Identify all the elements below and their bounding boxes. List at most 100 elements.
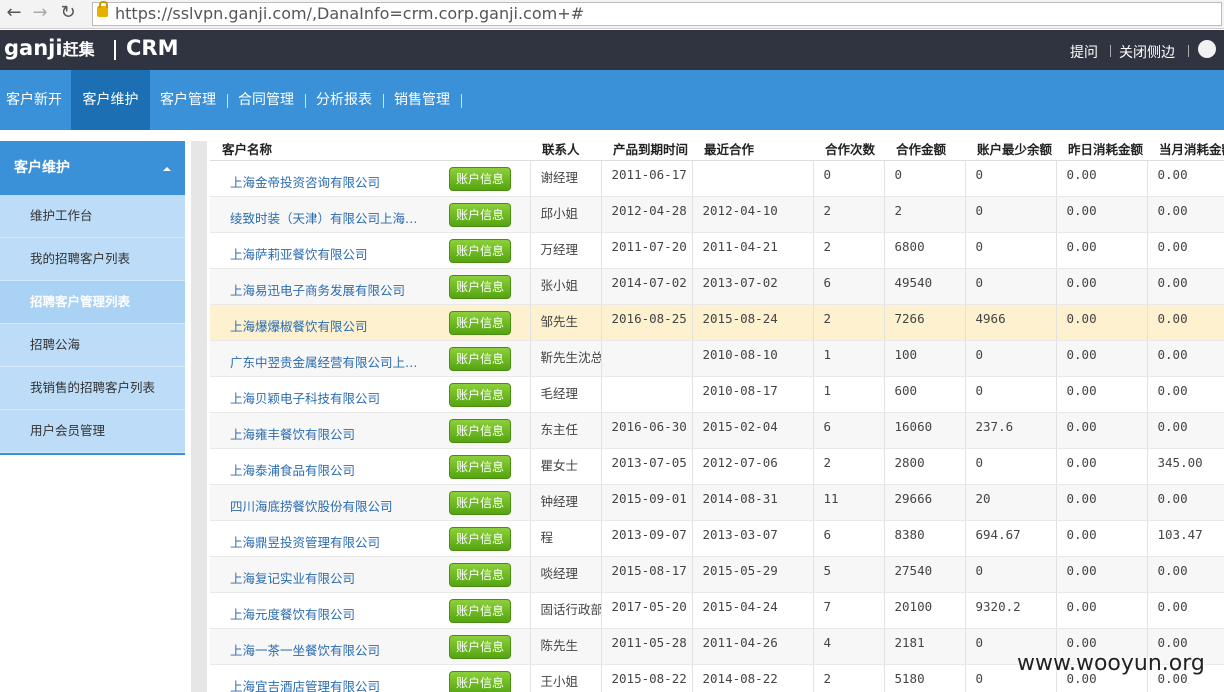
- account-info-button[interactable]: 账户信息: [449, 671, 511, 692]
- account-info-button[interactable]: 账户信息: [449, 383, 511, 407]
- customer-name-link[interactable]: 上海爆爆椒餐饮有限公司: [230, 305, 425, 335]
- customer-name-link[interactable]: 绫致时装（天津）有限公司上海分公司: [230, 197, 425, 227]
- account-info-button[interactable]: 账户信息: [449, 347, 511, 371]
- close-sidebar-link[interactable]: 关闭侧边: [1119, 42, 1175, 62]
- cell-value: 6: [823, 527, 832, 542]
- table-row: 四川海底捞餐饮股份有限公司 账户信息 钟经理 2015-09-01 2014-08-31…: [210, 484, 1224, 521]
- customer-name-link[interactable]: 广东中翌贵金属经营有限公司上海分公司: [230, 341, 425, 371]
- table-header-row: 客户名称 联系人 产品到期时间 最近合作 合作次数 合作金额 账户最少余额 昨日…: [210, 136, 1224, 161]
- customer-name-link[interactable]: 上海鼎昱投资管理有限公司: [230, 521, 425, 551]
- table-cell: 2011-06-17: [601, 160, 693, 197]
- column-header[interactable]: 合作金额: [884, 136, 965, 161]
- sidebar-scrollbar[interactable]: [191, 141, 207, 692]
- table-cell: 2012-04-28: [601, 196, 693, 233]
- table-cell: 0.00: [1147, 592, 1224, 629]
- table-cell: 0.00: [1056, 232, 1148, 269]
- tab-contract-management[interactable]: 合同管理: [232, 70, 300, 130]
- cell-value: 2014-08-22: [702, 671, 778, 686]
- sidebar-item-my-customers[interactable]: 我的招聘客户列表: [0, 238, 185, 281]
- cell-value: 2: [823, 671, 832, 686]
- cell-value: 0: [975, 239, 984, 254]
- table-cell: 2014-08-22: [692, 664, 814, 692]
- table-cell: 6: [813, 412, 885, 449]
- customer-name-link[interactable]: 上海宜吉酒店管理有限公司: [230, 665, 425, 692]
- table-cell: 东主任: [530, 412, 602, 449]
- account-info-button[interactable]: 账户信息: [449, 167, 511, 191]
- column-header[interactable]: 产品到期时间: [601, 136, 692, 161]
- account-info-button[interactable]: 账户信息: [449, 239, 511, 263]
- customer-name-link[interactable]: 上海萨莉亚餐饮有限公司: [230, 233, 425, 263]
- cell-value: 王小姐: [540, 674, 579, 689]
- tab-analysis-reports[interactable]: 分析报表: [310, 70, 378, 130]
- cell-value: 0.00: [1066, 311, 1097, 326]
- sidebar-item-customer-management[interactable]: 招聘客户管理列表: [0, 281, 185, 324]
- forward-icon[interactable]: →: [30, 3, 50, 23]
- table-cell: 2016-08-25: [601, 304, 693, 341]
- account-info-button[interactable]: 账户信息: [449, 527, 511, 551]
- table-cell: 王小姐: [530, 664, 602, 692]
- back-icon[interactable]: ←: [4, 3, 24, 23]
- tab-new-customer[interactable]: 客户新开: [0, 70, 68, 130]
- help-link[interactable]: 提问: [1070, 42, 1098, 62]
- cell-value: 0.00: [1066, 383, 1097, 398]
- column-header[interactable]: 合作次数: [813, 136, 884, 161]
- cell-value: 2: [823, 203, 832, 218]
- cell-value: 0: [975, 275, 984, 290]
- account-info-button[interactable]: 账户信息: [449, 599, 511, 623]
- account-info-button[interactable]: 账户信息: [449, 419, 511, 443]
- sidebar-item-my-sold-customers[interactable]: 我销售的招聘客户列表: [0, 367, 185, 410]
- table-cell: 20: [965, 484, 1057, 521]
- column-header[interactable]: 账户最少余额: [965, 136, 1056, 161]
- cell-value: 20: [975, 491, 991, 506]
- customer-name-link[interactable]: 上海金帝投资咨询有限公司: [230, 161, 425, 191]
- account-info-button[interactable]: 账户信息: [449, 275, 511, 299]
- account-info-button[interactable]: 账户信息: [449, 455, 511, 479]
- customer-name-link[interactable]: 上海复记实业有限公司: [230, 557, 425, 587]
- table-cell: 1: [813, 340, 885, 377]
- address-bar[interactable]: https://sslvpn.ganji.com/,DanaInfo=crm.c…: [92, 1, 1222, 26]
- customer-name-link[interactable]: 上海雍丰餐饮有限公司: [230, 413, 425, 443]
- customer-name-link[interactable]: 上海泰浦食品有限公司: [230, 449, 425, 479]
- customer-name-link[interactable]: 上海一茶一坐餐饮有限公司: [230, 629, 425, 659]
- cell-value: 29666: [894, 491, 933, 506]
- customer-table-container: 客户名称 联系人 产品到期时间 最近合作 合作次数 合作金额 账户最少余额 昨日…: [210, 136, 1224, 692]
- cell-value: 0.00: [1066, 203, 1097, 218]
- column-header[interactable]: 联系人: [530, 136, 601, 161]
- customer-name-link[interactable]: 上海元度餐饮有限公司: [230, 593, 425, 623]
- tab-sales-management[interactable]: 销售管理: [388, 70, 456, 130]
- column-header[interactable]: 客户名称: [210, 136, 530, 161]
- account-info-button[interactable]: 账户信息: [449, 635, 511, 659]
- column-header[interactable]: 最近合作: [692, 136, 813, 161]
- cell-value: 2010-08-10: [702, 347, 778, 362]
- cell-value: 345.00: [1157, 455, 1203, 470]
- cell-value: 2012-07-06: [702, 455, 778, 470]
- sidebar-header[interactable]: 客户维护: [0, 141, 185, 195]
- account-info-button[interactable]: 账户信息: [449, 203, 511, 227]
- customer-name-cell: 上海宜吉酒店管理有限公司 账户信息: [210, 664, 531, 692]
- cell-value: 0.00: [1157, 383, 1188, 398]
- account-info-button[interactable]: 账户信息: [449, 563, 511, 587]
- account-info-button[interactable]: 账户信息: [449, 491, 511, 515]
- customer-name-link[interactable]: 四川海底捞餐饮股份有限公司: [230, 485, 425, 515]
- sidebar-item-workbench[interactable]: 维护工作台: [0, 195, 185, 238]
- cell-value: 2015-05-29: [702, 563, 778, 578]
- table-cell: 谢经理: [530, 160, 602, 197]
- column-header[interactable]: 当月消耗金额: [1147, 136, 1224, 161]
- sidebar-item-member-management[interactable]: 用户会员管理: [0, 410, 185, 453]
- table-cell: 11: [813, 484, 885, 521]
- nav-divider: [305, 94, 306, 108]
- account-info-button[interactable]: 账户信息: [449, 311, 511, 335]
- sidebar-item-public-pool[interactable]: 招聘公海: [0, 324, 185, 367]
- table-cell: 1: [813, 376, 885, 413]
- alarm-clock-icon[interactable]: [1198, 40, 1216, 58]
- customer-name-link[interactable]: 上海易迅电子商务发展有限公司: [230, 269, 425, 299]
- tab-customer-management[interactable]: 客户管理: [154, 70, 222, 130]
- table-cell: 2013-07-02: [692, 268, 814, 305]
- reload-icon[interactable]: ↻: [58, 3, 78, 23]
- cell-value: 靳先生沈总: [540, 350, 601, 365]
- customer-name-cell: 上海雍丰餐饮有限公司 账户信息: [210, 412, 531, 449]
- tab-customer-maintenance[interactable]: 客户维护: [71, 70, 150, 130]
- cell-value: 啖经理: [540, 566, 579, 581]
- column-header[interactable]: 昨日消耗金额: [1056, 136, 1147, 161]
- customer-name-link[interactable]: 上海贝颖电子科技有限公司: [230, 377, 425, 407]
